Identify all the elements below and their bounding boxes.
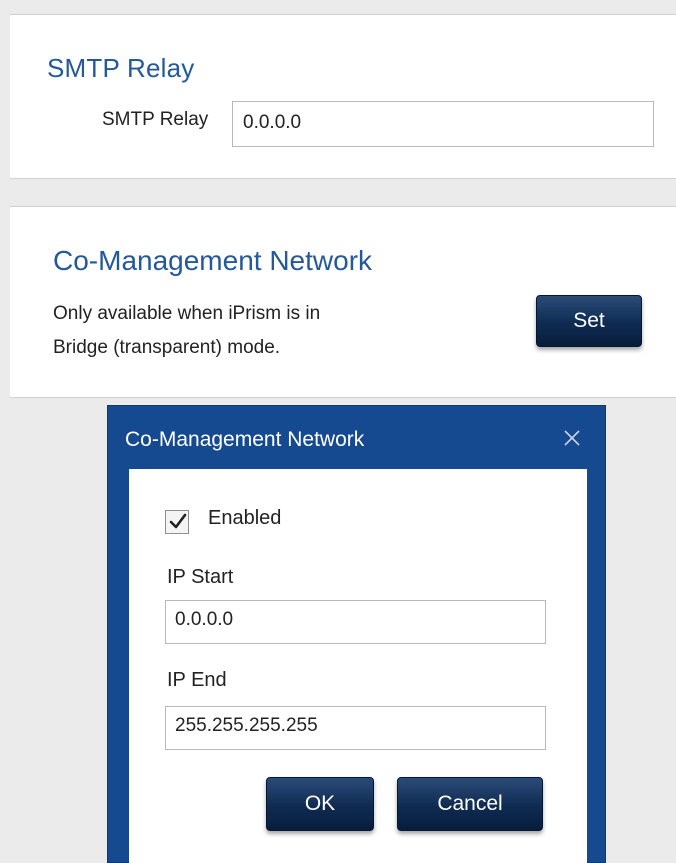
ip-start-label: IP Start <box>167 566 234 588</box>
smtp-relay-label: SMTP Relay <box>102 109 209 130</box>
dialog-body: Enabled IP Start 0.0.0.0 IP End 255.255.… <box>129 469 587 863</box>
ip-end-label: IP End <box>167 669 227 691</box>
ip-end-input[interactable]: 255.255.255.255 <box>165 706 546 750</box>
co-management-heading: Co-Management Network <box>53 245 373 276</box>
co-management-dialog: Co-Management Network Enabled IP Start 0… <box>107 405 606 863</box>
description-line-1: Only available when iPrism is in <box>53 303 321 324</box>
dialog-title: Co-Management Network <box>125 428 365 451</box>
co-management-description: Only available when iPrism is in Bridge … <box>53 297 413 365</box>
checkmark-icon <box>169 513 187 529</box>
enabled-label[interactable]: Enabled <box>208 507 281 530</box>
ip-start-input[interactable]: 0.0.0.0 <box>165 600 546 644</box>
set-button[interactable]: Set <box>536 295 642 347</box>
co-management-panel: Co-Management Network Only available whe… <box>10 206 676 398</box>
cancel-button[interactable]: Cancel <box>397 777 543 831</box>
smtp-relay-panel: SMTP Relay SMTP Relay 0.0.0.0 <box>10 14 676 179</box>
description-line-2: Bridge (transparent) mode. <box>53 337 281 358</box>
smtp-relay-heading: SMTP Relay <box>47 53 195 83</box>
ok-button[interactable]: OK <box>266 777 374 831</box>
smtp-relay-input[interactable]: 0.0.0.0 <box>232 101 654 147</box>
page: SMTP Relay SMTP Relay 0.0.0.0 Co-Managem… <box>0 0 676 863</box>
close-icon[interactable] <box>560 426 584 450</box>
enabled-checkbox[interactable] <box>165 510 189 534</box>
